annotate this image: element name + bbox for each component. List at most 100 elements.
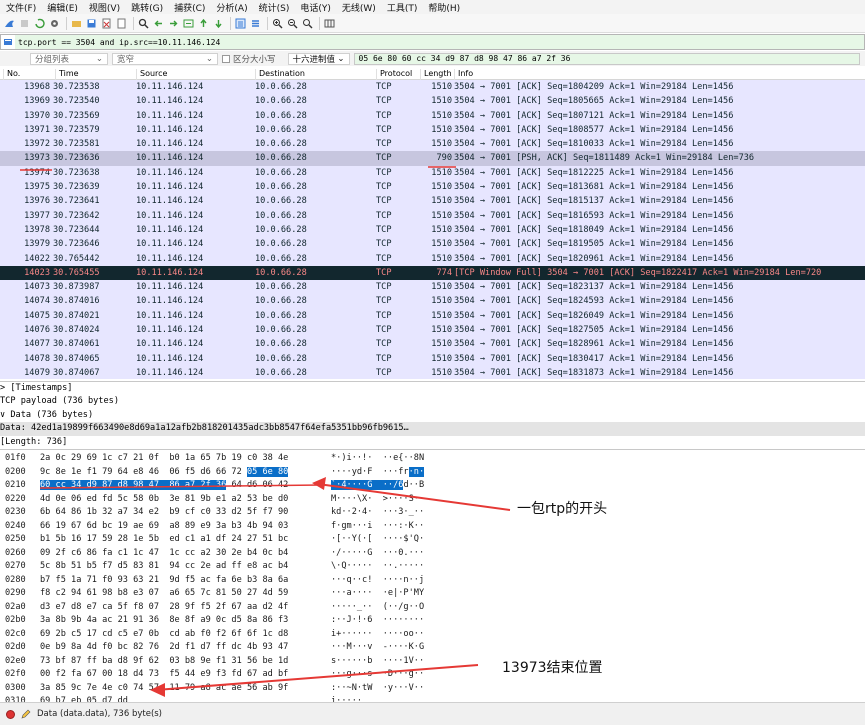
menu-item-10[interactable]: 帮助(H) xyxy=(428,1,460,14)
hex-dump-row[interactable]: 0210 60 cc 34 d9 87 d8 98 47 86 a7 2f 36 … xyxy=(0,479,470,493)
packet-row[interactable]: 13970 30.723569 10.11.146.124 10.0.66.28 TCP… xyxy=(0,108,865,123)
packet-row[interactable]: 13971 30.723579 10.11.146.124 10.0.66.28 TCP… xyxy=(0,122,865,138)
ascii-bytes[interactable]: i+······ ····oo·· xyxy=(331,628,424,642)
packet-row[interactable]: 14023 30.765455 10.11.146.124 10.0.66.28 TCP… xyxy=(0,265,865,281)
ascii-bytes[interactable]: ·/·····G ···0.··· xyxy=(331,547,424,561)
hex-dump-row[interactable]: 0220 4d 0e 06 ed fd 5c 58 0b 3e 81 9b e1 … xyxy=(0,493,470,507)
menu-item-8[interactable]: 无线(W) xyxy=(342,1,376,14)
detail-tree-item[interactable]: > [Timestamps] xyxy=(0,382,865,395)
hex-bytes[interactable]: 09 2f c6 86 fa c1 1c 47 1c cc a2 30 2e b… xyxy=(40,547,288,561)
hex-dump-row[interactable]: 0290 f8 c2 94 61 98 b8 e3 07 a6 65 7c 81 … xyxy=(0,587,470,601)
column-header-no[interactable]: No. xyxy=(3,69,20,80)
ascii-bytes[interactable]: ···g···s ·D···g·· xyxy=(331,668,424,682)
packet-row[interactable]: 13972 30.723581 10.11.146.124 10.0.66.28 TCP… xyxy=(0,137,865,152)
hex-dump-row[interactable]: 02f0 00 f2 fa 67 00 18 d4 73 f5 44 e9 f3 … xyxy=(0,668,470,682)
ascii-bytes[interactable]: s······b ····1V·· xyxy=(331,655,424,669)
hex-bytes[interactable]: 0e b9 8a 4d f0 bc 82 76 2d f1 d7 ff dc 4… xyxy=(40,641,288,655)
capture-status-icon[interactable] xyxy=(6,709,15,719)
packet-row[interactable]: 14022 30.765442 10.11.146.124 10.0.66.28 TCP… xyxy=(0,251,865,266)
packet-row[interactable]: 13975 30.723639 10.11.146.124 10.0.66.28 TCP… xyxy=(0,180,865,195)
ascii-bytes[interactable]: ···a···· ·e|·P'MY xyxy=(331,587,424,601)
find-icon[interactable] xyxy=(137,17,150,30)
hex-bytes[interactable]: 69 2b c5 17 cd c5 e7 0b cd ab f0 f2 6f 6… xyxy=(40,628,288,642)
menu-item-6[interactable]: 统计(S) xyxy=(259,1,290,14)
packet-row[interactable]: 14077 30.874061 10.11.146.124 10.0.66.28 TCP… xyxy=(0,337,865,352)
back-icon[interactable] xyxy=(152,17,165,30)
hex-dump-row[interactable]: 0230 6b 64 86 1b 32 a7 34 e2 b9 cf c0 33 … xyxy=(0,506,470,520)
edit-comment-icon[interactable] xyxy=(21,709,31,719)
hex-dump-row[interactable]: 02d0 0e b9 8a 4d f0 bc 82 76 2d f1 d7 ff … xyxy=(0,641,470,655)
packet-row[interactable]: 14079 30.874067 10.11.146.124 10.0.66.28 TCP… xyxy=(0,365,865,379)
hex-dump-row[interactable]: 0250 b1 5b 16 17 59 28 1e 5b ed c1 a1 df … xyxy=(0,533,470,547)
restart-icon[interactable] xyxy=(33,17,46,30)
resize-columns-icon[interactable] xyxy=(323,17,336,30)
packet-row[interactable]: 13976 30.723641 10.11.146.124 10.0.66.28 TCP… xyxy=(0,194,865,209)
close-file-icon[interactable] xyxy=(100,17,113,30)
packet-row[interactable]: 13977 30.723642 10.11.146.124 10.0.66.28 TCP… xyxy=(0,208,865,223)
hex-bytes[interactable]: b7 f5 1a 71 f0 93 63 21 9d f5 ac fa 6e b… xyxy=(40,574,288,588)
detail-tree-item[interactable]: TCP payload (736 bytes) xyxy=(0,395,865,408)
hex-dump-row[interactable]: 0300 3a 85 9c 7e 4e c0 74 57 11 79 a8 ac … xyxy=(0,682,470,696)
hex-dump-row[interactable]: 0270 5c 8b 51 b5 f7 d5 83 81 94 cc 2e ad … xyxy=(0,560,470,574)
last-icon[interactable] xyxy=(212,17,225,30)
autoscroll-icon[interactable] xyxy=(234,17,247,30)
column-header-info[interactable]: Info xyxy=(454,69,473,80)
hex-bytes[interactable]: 73 bf 87 ff ba d8 9f 62 03 b8 9e f1 31 5… xyxy=(40,655,288,669)
hex-bytes[interactable]: d3 e7 d8 e7 ca 5f f8 07 28 9f f5 2f 67 a… xyxy=(40,601,288,615)
reload-icon[interactable] xyxy=(115,17,128,30)
save-file-icon[interactable] xyxy=(85,17,98,30)
packet-row[interactable]: 13968 30.723538 10.11.146.124 10.0.66.28 TCP… xyxy=(0,80,865,95)
ascii-bytes[interactable]: kd··2·4· ···3·_·· xyxy=(331,506,424,520)
ascii-bytes[interactable]: ····yd·F ···fr·n· xyxy=(331,466,425,480)
packet-row[interactable]: 13979 30.723646 10.11.146.124 10.0.66.28 TCP… xyxy=(0,237,865,252)
hex-dump-row[interactable]: 0240 66 19 67 6d bc 19 ae 69 a8 89 e9 3a … xyxy=(0,520,470,534)
ascii-bytes[interactable]: :··J·!·6 ········ xyxy=(331,614,424,628)
ascii-bytes[interactable]: ·····_·· (··/g··O xyxy=(331,601,424,615)
case-sensitive-checkbox[interactable]: 区分大小写 xyxy=(222,53,276,65)
ascii-bytes[interactable]: \·Q····· ··.····· xyxy=(331,560,424,574)
menu-item-2[interactable]: 视图(V) xyxy=(89,1,120,14)
column-header-source[interactable]: Source xyxy=(136,69,167,80)
packet-row[interactable]: 13978 30.723644 10.11.146.124 10.0.66.28 TCP… xyxy=(0,222,865,238)
bookmark-icon[interactable] xyxy=(1,35,15,49)
packet-row[interactable]: 13973 30.723636 10.11.146.124 10.0.66.28 TCP… xyxy=(0,151,865,166)
hex-bytes[interactable]: b1 5b 16 17 59 28 1e 5b ed c1 a1 df 24 2… xyxy=(40,533,288,547)
hex-bytes[interactable]: 4d 0e 06 ed fd 5c 58 0b 3e 81 9b e1 a2 5… xyxy=(40,493,288,507)
menu-item-9[interactable]: 工具(T) xyxy=(387,1,418,14)
detail-tree-item[interactable]: [Length: 736] xyxy=(0,436,865,448)
hex-dump-row[interactable]: 0260 09 2f c6 86 fa c1 1c 47 1c cc a2 30 … xyxy=(0,547,470,561)
packet-row[interactable]: 14075 30.874021 10.11.146.124 10.0.66.28 TCP… xyxy=(0,308,865,324)
ascii-bytes[interactable]: M····\X· >····S·· xyxy=(331,493,424,507)
packet-row[interactable]: 13974 30.723638 10.11.146.124 10.0.66.28 TCP… xyxy=(0,165,865,181)
shark-fin-icon[interactable] xyxy=(3,17,16,30)
hex-bytes[interactable]: 60 cc 34 d9 87 d8 98 47 86 a7 2f 36 64 d… xyxy=(40,479,288,493)
open-file-icon[interactable] xyxy=(70,17,83,30)
menu-item-0[interactable]: 文件(F) xyxy=(6,1,36,14)
ascii-bytes[interactable]: f·gm···i ···:·K·· xyxy=(331,520,424,534)
ascii-bytes[interactable]: `·4····G ··/6d··B xyxy=(331,479,424,493)
packet-row[interactable]: 13969 30.723540 10.11.146.124 10.0.66.28 TCP… xyxy=(0,94,865,109)
menu-item-1[interactable]: 编辑(E) xyxy=(47,1,78,14)
hex-bytes[interactable]: 3a 85 9c 7e 4e c0 74 57 11 79 a8 ac ae 5… xyxy=(40,682,288,696)
hex-dump-row[interactable]: 02e0 73 bf 87 ff ba d8 9f 62 03 b8 9e f1 … xyxy=(0,655,470,669)
menu-item-3[interactable]: 跳转(G) xyxy=(131,1,163,14)
hex-bytes[interactable]: 6b 64 86 1b 32 a7 34 e2 b9 cf c0 33 d2 5… xyxy=(40,506,288,520)
colorize-icon[interactable] xyxy=(249,17,262,30)
packet-row[interactable]: 14073 30.873987 10.11.146.124 10.0.66.28 TCP… xyxy=(0,280,865,295)
hex-bytes[interactable]: 00 f2 fa 67 00 18 d4 73 f5 44 e9 f3 fd 6… xyxy=(40,668,288,682)
zoom-in-icon[interactable] xyxy=(271,17,284,30)
display-filter-input[interactable] xyxy=(15,35,864,49)
hex-bytes[interactable]: 2a 0c 29 69 1c c7 21 0f b0 1a 65 7b 19 c… xyxy=(40,452,288,466)
packet-row[interactable]: 14076 30.874024 10.11.146.124 10.0.66.28 TCP… xyxy=(0,323,865,338)
hex-dump-row[interactable]: 0200 9c 8e 1e f1 79 64 e8 46 06 f5 d6 66 … xyxy=(0,466,470,480)
hex-bytes[interactable]: f8 c2 94 61 98 b8 e3 07 a6 65 7c 81 50 2… xyxy=(40,587,288,601)
zoom-out-icon[interactable] xyxy=(286,17,299,30)
hex-dump-row[interactable]: 0280 b7 f5 1a 71 f0 93 63 21 9d f5 ac fa … xyxy=(0,574,470,588)
detail-tree-item[interactable]: Data: 42ed1a19899f663490e8d69a1a12afb2b8… xyxy=(0,422,865,436)
hex-bytes[interactable]: 5c 8b 51 b5 f7 d5 83 81 94 cc 2e ad ff e… xyxy=(40,560,288,574)
menu-item-5[interactable]: 分析(A) xyxy=(216,1,247,14)
hex-dump-row[interactable]: 02c0 69 2b c5 17 cd c5 e7 0b cd ab f0 f2 … xyxy=(0,628,470,642)
zoom-reset-icon[interactable] xyxy=(301,17,314,30)
ascii-bytes[interactable]: ···M···v -····K·G xyxy=(331,641,424,655)
first-icon[interactable] xyxy=(197,17,210,30)
